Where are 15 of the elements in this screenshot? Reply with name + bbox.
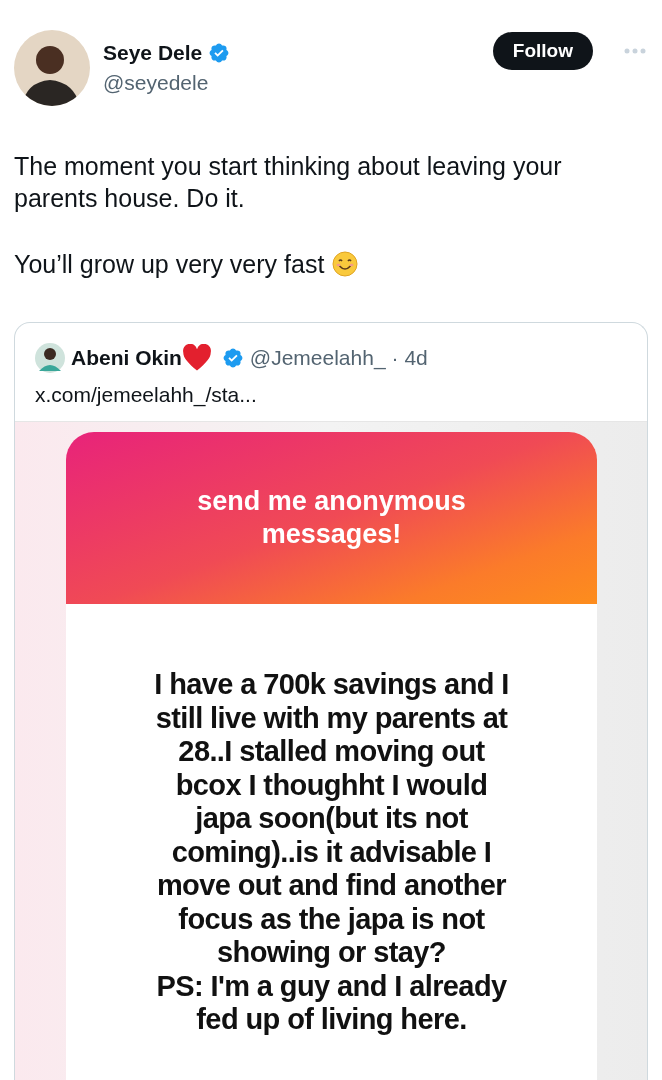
tweet-text: The moment you start thinking about leaving your parents house. Do it. <box>14 151 563 214</box>
tweet-text: You’ll grow up very very fast <box>14 249 325 280</box>
heart-icon <box>181 344 212 372</box>
author-handle[interactable]: @seyedele <box>103 71 480 95</box>
quoted-tweet-card[interactable] <box>14 322 648 1080</box>
quoted-author-name[interactable]: Abeni Okin <box>71 346 182 370</box>
author-name[interactable]: Seye Dele <box>103 41 203 65</box>
smiling-face-icon <box>332 251 359 277</box>
card-title: send me anonymous messages! <box>196 485 467 551</box>
quoted-link[interactable]: x.com/jemeelahh_/sta... <box>15 373 647 421</box>
anonymous-message: I have a 700k savings and I still live with my parents at 28..I stalled moving out bcox I thoughht I would japa soon(but its not coming)..is it advisable I move out and find another focus as the japa is not showing or stay? PS: I'm a guy and I already fed up of living here. <box>153 667 510 1037</box>
quoted-author-handle[interactable]: @Jemeelahh_ <box>249 346 386 370</box>
post-time: · 4d <box>391 346 428 370</box>
follow-button[interactable]: Follow <box>492 32 593 70</box>
quoted-avatar[interactable] <box>35 343 65 373</box>
